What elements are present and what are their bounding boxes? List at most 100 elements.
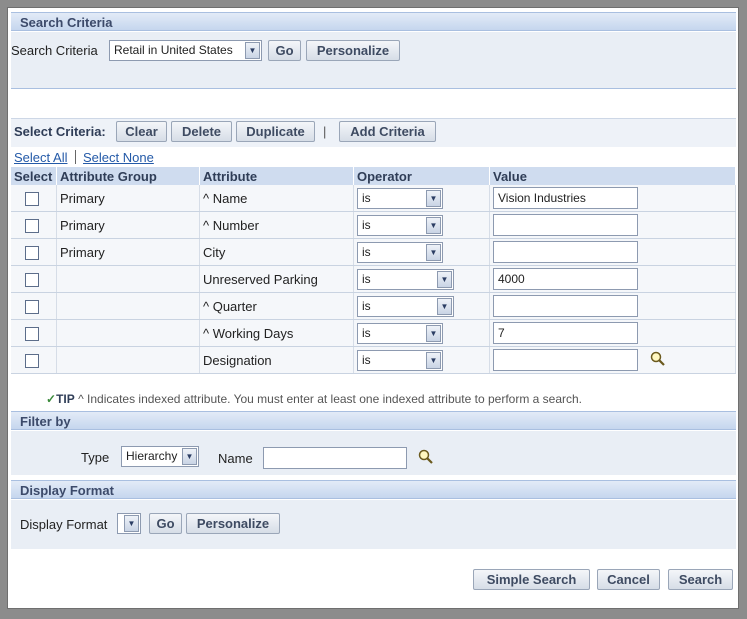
value-input[interactable] (493, 214, 638, 236)
operator-value: is (362, 298, 371, 313)
search-criteria-header: Search Criteria (11, 12, 736, 31)
chevron-down-icon: ▼ (245, 42, 260, 59)
operator-select[interactable]: is ▼ (357, 241, 443, 263)
chevron-down-icon: ▼ (426, 189, 441, 207)
filter-type-value: Hierarchy (126, 449, 178, 463)
value-input[interactable]: Vision Industries (493, 187, 638, 209)
operator-select[interactable]: is ▼ (357, 322, 443, 344)
magnifier-icon[interactable] (418, 449, 434, 468)
toolbar-separator: | (323, 124, 327, 139)
attribute-cell: Unreserved Parking (199, 265, 354, 293)
operator-select[interactable]: is ▼ (357, 214, 443, 236)
column-header-attribute: Attribute (199, 167, 354, 185)
value-input[interactable] (493, 349, 638, 371)
operator-value: is (362, 217, 371, 232)
operator-value: is (362, 271, 371, 286)
search-criteria-select[interactable]: Retail in United States ▼ (109, 40, 262, 61)
search-criteria-go-button[interactable]: Go (268, 40, 301, 61)
table-row: ^ Working Days is ▼ 7 (11, 319, 736, 347)
table-row: Primary ^ Number is ▼ (11, 211, 736, 239)
simple-search-button[interactable]: Simple Search (473, 569, 590, 590)
display-format-select[interactable]: ▼ (117, 513, 141, 534)
delete-button[interactable]: Delete (171, 121, 232, 142)
table-row: ^ Quarter is ▼ (11, 292, 736, 320)
attribute-cell: ^ Number (199, 211, 354, 239)
select-criteria-label: Select Criteria: (14, 124, 106, 139)
filter-by-header: Filter by (11, 411, 736, 430)
operator-select[interactable]: is ▼ (357, 268, 454, 290)
filter-type-label: Type (81, 450, 110, 465)
search-panel: Search Criteria Search Criteria Retail i… (7, 7, 739, 609)
display-format-label: Display Format (20, 517, 108, 532)
magnifier-icon[interactable] (650, 351, 666, 370)
link-divider (75, 150, 76, 164)
attribute-cell: ^ Quarter (199, 292, 354, 320)
table-row: Primary City is ▼ (11, 238, 736, 266)
chevron-down-icon: ▼ (437, 270, 452, 288)
value-input[interactable] (493, 241, 638, 263)
chevron-down-icon: ▼ (437, 297, 452, 315)
clear-button[interactable]: Clear (116, 121, 167, 142)
search-criteria-personalize-button[interactable]: Personalize (306, 40, 400, 61)
row-checkbox[interactable] (25, 299, 39, 314)
chevron-down-icon: ▼ (426, 351, 441, 369)
column-header-select: Select (11, 167, 57, 185)
add-criteria-button[interactable]: Add Criteria (339, 121, 436, 142)
operator-value: is (362, 190, 371, 205)
attribute-cell: ^ Working Days (199, 319, 354, 347)
table-row: Unreserved Parking is ▼ 4000 (11, 265, 736, 293)
operator-value: is (362, 325, 371, 340)
value-input[interactable] (493, 295, 638, 317)
display-format-personalize-button[interactable]: Personalize (186, 513, 280, 534)
criteria-table: Select Attribute Group Attribute Operato… (11, 167, 736, 374)
attribute-group-cell: Primary (56, 211, 200, 239)
value-input[interactable]: 4000 (493, 268, 638, 290)
row-checkbox[interactable] (25, 326, 39, 341)
row-checkbox[interactable] (25, 272, 39, 287)
operator-value: is (362, 352, 371, 367)
chevron-down-icon: ▼ (426, 216, 441, 234)
row-checkbox[interactable] (25, 353, 39, 368)
attribute-cell: Designation (199, 346, 354, 374)
display-format-header: Display Format (11, 480, 736, 499)
value-input[interactable]: 7 (493, 322, 638, 344)
table-row: Primary ^ Name is ▼ Vision Industries (11, 185, 736, 212)
operator-select[interactable]: is ▼ (357, 187, 443, 209)
operator-value: is (362, 244, 371, 259)
chevron-down-icon: ▼ (426, 324, 441, 342)
operator-select[interactable]: is ▼ (357, 295, 454, 317)
select-all-link[interactable]: Select All (14, 150, 67, 165)
row-checkbox[interactable] (25, 218, 39, 233)
column-header-operator: Operator (353, 167, 490, 185)
tip-text: ^ Indicates indexed attribute. You must … (78, 392, 583, 406)
row-checkbox[interactable] (25, 245, 39, 260)
search-criteria-label: Search Criteria (11, 43, 98, 58)
column-header-value: Value (489, 167, 736, 185)
filter-name-input[interactable] (263, 447, 407, 469)
attribute-group-cell (56, 319, 200, 347)
attribute-group-cell (56, 346, 200, 374)
row-checkbox[interactable] (25, 191, 39, 206)
divider (11, 88, 736, 89)
tip-line: ✓TIP ^ Indicates indexed attribute. You … (46, 392, 582, 406)
chevron-down-icon: ▼ (426, 243, 441, 261)
tip-label: TIP (56, 392, 75, 406)
cancel-button[interactable]: Cancel (597, 569, 660, 590)
select-none-link[interactable]: Select None (83, 150, 154, 165)
duplicate-button[interactable]: Duplicate (236, 121, 315, 142)
attribute-group-cell: Primary (56, 185, 200, 212)
operator-select[interactable]: is ▼ (357, 349, 443, 371)
filter-type-select[interactable]: Hierarchy ▼ (121, 446, 199, 467)
display-format-go-button[interactable]: Go (149, 513, 182, 534)
attribute-cell: City (199, 238, 354, 266)
filter-name-label: Name (218, 451, 253, 466)
attribute-group-cell (56, 292, 200, 320)
checkmark-icon: ✓ (46, 392, 57, 406)
attribute-group-cell: Primary (56, 238, 200, 266)
chevron-down-icon: ▼ (182, 448, 197, 465)
search-criteria-value: Retail in United States (114, 43, 233, 57)
table-row: Designation is ▼ (11, 346, 736, 374)
search-button[interactable]: Search (668, 569, 733, 590)
attribute-cell: ^ Name (199, 185, 354, 212)
column-header-attribute-group: Attribute Group (56, 167, 200, 185)
